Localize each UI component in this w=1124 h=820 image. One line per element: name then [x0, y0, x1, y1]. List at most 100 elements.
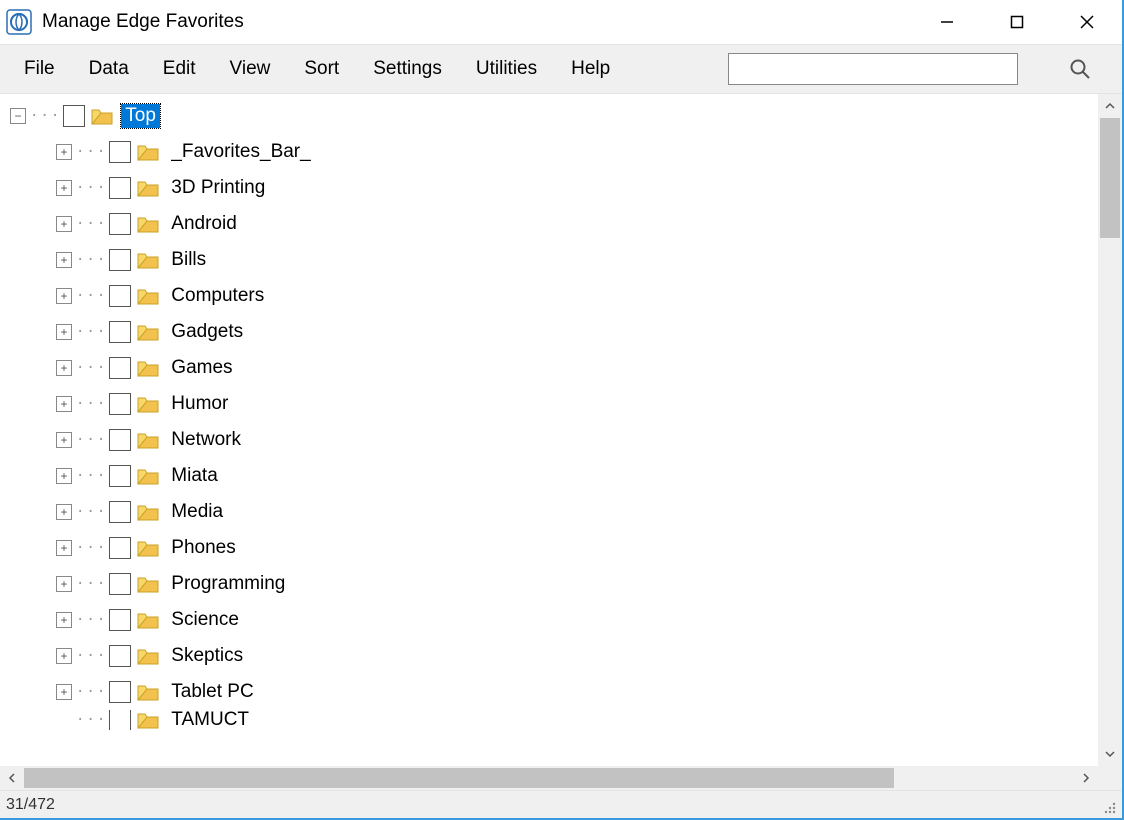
- checkbox[interactable]: [109, 573, 131, 595]
- scroll-down-button[interactable]: [1098, 742, 1122, 766]
- node-label[interactable]: 3D Printing: [167, 176, 269, 200]
- tree-row[interactable]: +··· Network: [10, 422, 1098, 458]
- menu-help[interactable]: Help: [571, 58, 610, 80]
- menu-utilities[interactable]: Utilities: [476, 58, 537, 80]
- checkbox[interactable]: [109, 321, 131, 343]
- menu-view[interactable]: View: [230, 58, 271, 80]
- expand-toggle[interactable]: +: [56, 576, 72, 592]
- tree-row[interactable]: +··· Games: [10, 350, 1098, 386]
- tree-row[interactable]: +··· Miata: [10, 458, 1098, 494]
- checkbox[interactable]: [109, 609, 131, 631]
- node-label[interactable]: Skeptics: [167, 644, 247, 668]
- node-label[interactable]: Gadgets: [167, 320, 247, 344]
- node-label[interactable]: Top: [121, 104, 160, 128]
- close-button[interactable]: [1052, 0, 1122, 44]
- checkbox[interactable]: [109, 285, 131, 307]
- tree-row[interactable]: +··· 3D Printing: [10, 170, 1098, 206]
- tree-row[interactable]: +··· Phones: [10, 530, 1098, 566]
- collapse-toggle[interactable]: −: [10, 108, 26, 124]
- checkbox[interactable]: [109, 429, 131, 451]
- expand-toggle[interactable]: +: [56, 144, 72, 160]
- node-label[interactable]: Humor: [167, 392, 232, 416]
- menu-sort[interactable]: Sort: [304, 58, 339, 80]
- expand-toggle[interactable]: +: [56, 288, 72, 304]
- scroll-corner: [1098, 766, 1122, 790]
- scroll-left-button[interactable]: [0, 766, 24, 790]
- checkbox[interactable]: [109, 213, 131, 235]
- folder-icon: [137, 710, 159, 730]
- checkbox[interactable]: [109, 645, 131, 667]
- minimize-button[interactable]: [912, 0, 982, 44]
- expand-toggle[interactable]: +: [56, 324, 72, 340]
- maximize-button[interactable]: [982, 0, 1052, 44]
- tree-row[interactable]: +··· Gadgets: [10, 314, 1098, 350]
- checkbox[interactable]: [109, 501, 131, 523]
- tree-row[interactable]: +··· Bills: [10, 242, 1098, 278]
- expand-toggle[interactable]: +: [56, 612, 72, 628]
- expand-toggle[interactable]: +: [56, 540, 72, 556]
- node-label[interactable]: Network: [167, 428, 245, 452]
- menu-data[interactable]: Data: [89, 58, 129, 80]
- expand-toggle[interactable]: +: [56, 252, 72, 268]
- tree-connector: ···: [72, 360, 109, 376]
- tree-connector: ···: [72, 504, 109, 520]
- node-label[interactable]: Miata: [167, 464, 221, 488]
- checkbox[interactable]: [109, 681, 131, 703]
- menu-settings[interactable]: Settings: [373, 58, 442, 80]
- scroll-thumb[interactable]: [24, 768, 894, 788]
- checkbox[interactable]: [109, 357, 131, 379]
- checkbox[interactable]: [109, 141, 131, 163]
- checkbox[interactable]: [63, 105, 85, 127]
- node-label[interactable]: Android: [167, 212, 241, 236]
- tree-row[interactable]: +··· Computers: [10, 278, 1098, 314]
- checkbox[interactable]: [109, 177, 131, 199]
- checkbox[interactable]: [109, 465, 131, 487]
- node-label[interactable]: Games: [167, 356, 236, 380]
- search-button[interactable]: [1058, 47, 1102, 91]
- node-label[interactable]: Computers: [167, 284, 268, 308]
- scroll-thumb[interactable]: [1100, 118, 1120, 238]
- checkbox[interactable]: [109, 710, 131, 730]
- node-label[interactable]: Tablet PC: [167, 680, 257, 704]
- expand-toggle[interactable]: +: [56, 504, 72, 520]
- resize-grip[interactable]: [1098, 796, 1116, 814]
- tree-row[interactable]: +··· Media: [10, 494, 1098, 530]
- checkbox[interactable]: [109, 537, 131, 559]
- expand-toggle[interactable]: +: [56, 684, 72, 700]
- node-label[interactable]: _Favorites_Bar_: [167, 140, 314, 164]
- tree-row[interactable]: + ··· _Favorites_Bar_: [10, 134, 1098, 170]
- scroll-track[interactable]: [1098, 118, 1122, 742]
- tree-row[interactable]: +··· Humor: [10, 386, 1098, 422]
- tree-row[interactable]: +··· Tablet PC: [10, 674, 1098, 710]
- tree-row[interactable]: +··· Skeptics: [10, 638, 1098, 674]
- vertical-scrollbar[interactable]: [1098, 94, 1122, 766]
- expand-toggle[interactable]: +: [56, 432, 72, 448]
- expand-toggle[interactable]: +: [56, 396, 72, 412]
- expand-toggle[interactable]: +: [56, 216, 72, 232]
- scroll-track[interactable]: [24, 766, 1074, 790]
- menu-edit[interactable]: Edit: [163, 58, 196, 80]
- node-label[interactable]: Media: [167, 500, 227, 524]
- expand-toggle[interactable]: +: [56, 468, 72, 484]
- expand-toggle[interactable]: +: [56, 180, 72, 196]
- node-label[interactable]: Science: [167, 608, 243, 632]
- checkbox[interactable]: [109, 249, 131, 271]
- node-label[interactable]: Bills: [167, 248, 210, 272]
- tree-row[interactable]: +··· Science: [10, 602, 1098, 638]
- scroll-up-button[interactable]: [1098, 94, 1122, 118]
- expand-toggle[interactable]: +: [56, 648, 72, 664]
- node-label[interactable]: Phones: [167, 536, 239, 560]
- expand-toggle[interactable]: +: [56, 360, 72, 376]
- tree-viewport[interactable]: − ··· Top + ··· _Favorites_Bar_ +··· 3D …: [0, 94, 1098, 766]
- menu-file[interactable]: File: [24, 58, 55, 80]
- tree-row[interactable]: +··· Android: [10, 206, 1098, 242]
- tree-row[interactable]: +··· TAMUCT: [10, 710, 1098, 730]
- tree-row-root[interactable]: − ··· Top: [10, 98, 1098, 134]
- checkbox[interactable]: [109, 393, 131, 415]
- tree-row[interactable]: +··· Programming: [10, 566, 1098, 602]
- node-label[interactable]: Programming: [167, 572, 289, 596]
- node-label[interactable]: TAMUCT: [167, 710, 253, 730]
- search-input[interactable]: [728, 53, 1018, 85]
- scroll-right-button[interactable]: [1074, 766, 1098, 790]
- horizontal-scrollbar[interactable]: [0, 766, 1098, 790]
